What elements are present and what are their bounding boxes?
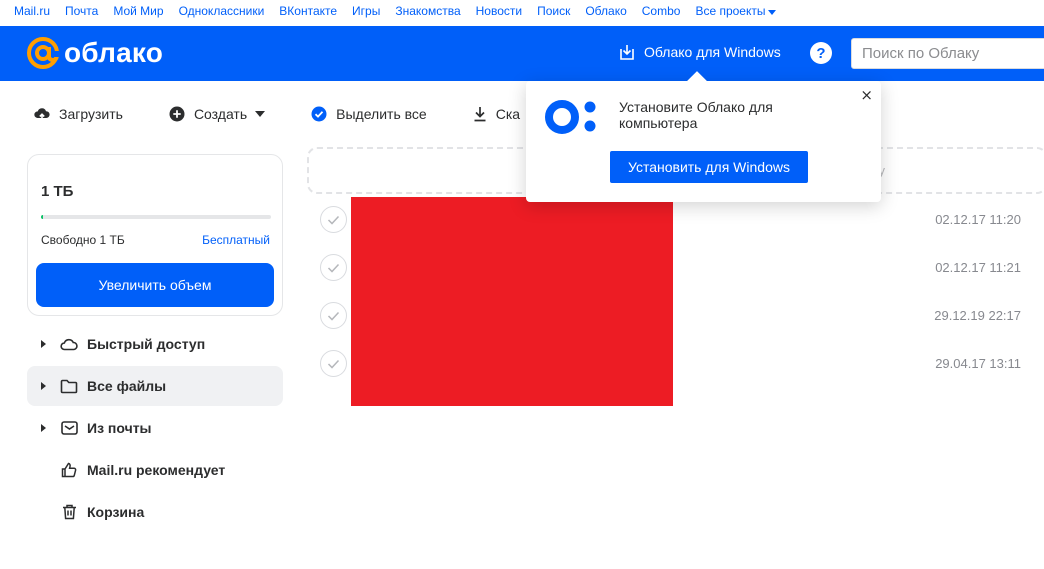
storage-usage-fill	[41, 215, 44, 219]
chevron-down-icon	[768, 9, 777, 15]
portal-link-vkontakte[interactable]: ВКонтакте	[279, 4, 337, 18]
all-projects-dropdown[interactable]: Все проекты	[695, 4, 777, 18]
install-app-popup: Установите Облако для компьютера × Устан…	[526, 71, 881, 202]
redaction-block	[351, 197, 673, 406]
upload-button[interactable]: Загрузить	[34, 106, 123, 122]
create-label: Создать	[193, 106, 248, 122]
row-select-checkbox[interactable]	[320, 350, 347, 377]
folder-icon	[60, 377, 78, 395]
storage-free-text: Свободно 1 ТБ	[41, 233, 125, 247]
create-button[interactable]: Создать	[169, 106, 266, 122]
storage-plan-link[interactable]: Бесплатный	[202, 233, 270, 247]
popup-message: Установите Облако для компьютера	[619, 99, 773, 131]
app-header: облако Облако для Windows ?	[0, 26, 1044, 81]
sidebar-nav: Быстрый доступ Все файлы Из почты Mail.r…	[27, 324, 283, 534]
checkmark-icon	[327, 215, 340, 225]
plus-circle-icon	[169, 106, 185, 122]
sidebar-item-recommends[interactable]: Mail.ru рекомендует	[27, 450, 283, 490]
download-icon	[474, 107, 486, 122]
at-sign-icon	[27, 37, 60, 69]
storage-size: 1 ТБ	[41, 183, 74, 200]
select-all-button[interactable]: Выделить все	[311, 106, 427, 122]
logo-text: облако	[64, 37, 164, 68]
portal-link-combo[interactable]: Combo	[642, 4, 681, 18]
install-windows-button[interactable]: Установить для Windows	[610, 151, 808, 183]
cloud-upload-icon	[34, 108, 50, 121]
portal-link-igry[interactable]: Игры	[352, 4, 380, 18]
checkmark-icon	[327, 359, 340, 369]
portal-link-oblako[interactable]: Облако	[585, 4, 626, 18]
row-select-checkbox[interactable]	[320, 206, 347, 233]
increase-storage-button[interactable]: Увеличить объем	[36, 263, 274, 307]
thumbs-up-icon	[60, 461, 78, 479]
sidebar-item-label: Корзина	[87, 504, 145, 520]
sidebar-item-label: Быстрый доступ	[87, 336, 206, 352]
checkmark-icon	[327, 311, 340, 321]
expand-arrow-icon[interactable]	[41, 382, 46, 390]
checkmark-icon	[327, 263, 340, 273]
portal-link-poisk[interactable]: Поиск	[537, 4, 570, 18]
help-icon[interactable]: ?	[810, 42, 832, 64]
expand-arrow-icon[interactable]	[41, 340, 46, 348]
row-select-checkbox[interactable]	[320, 254, 347, 281]
upload-label: Загрузить	[59, 106, 123, 122]
sidebar-item-label: Mail.ru рекомендует	[87, 462, 226, 478]
storage-card: 1 ТБ Свободно 1 ТБ Бесплатный Увеличить …	[27, 154, 283, 316]
sidebar-item-label: Все файлы	[87, 378, 167, 394]
sidebar-item-from-mail[interactable]: Из почты	[27, 408, 283, 448]
select-all-label: Выделить все	[336, 106, 427, 122]
trash-icon	[60, 503, 78, 521]
mail-icon	[60, 419, 78, 437]
portal-link-znakomstva[interactable]: Знакомства	[395, 4, 460, 18]
row-select-checkbox[interactable]	[320, 302, 347, 329]
portal-bar: Mail.ru Почта Мой Мир Одноклассники ВКон…	[0, 0, 1044, 22]
cloud-icon	[60, 335, 78, 353]
check-circle-icon	[311, 106, 327, 122]
search-input[interactable]	[851, 38, 1044, 69]
download-box-icon	[620, 45, 634, 60]
download-label: Ска	[495, 106, 521, 122]
all-projects-label: Все проекты	[695, 4, 766, 18]
close-icon[interactable]: ×	[860, 86, 873, 104]
caret-down-icon	[255, 111, 266, 117]
portal-link-moy-mir[interactable]: Мой Мир	[113, 4, 163, 18]
file-date: 02.12.17 11:20	[935, 212, 1021, 227]
oblako-app-icon	[545, 100, 596, 134]
portal-link-odnoklassniki[interactable]: Одноклассники	[179, 4, 265, 18]
expand-arrow-icon[interactable]	[41, 424, 46, 432]
windows-app-link[interactable]: Облако для Windows	[618, 43, 781, 61]
toolbar: Загрузить Создать Выделить все Ска	[34, 101, 566, 127]
portal-link-mailru[interactable]: Mail.ru	[14, 4, 50, 18]
windows-app-label: Облако для Windows	[644, 44, 781, 60]
sidebar-item-all-files[interactable]: Все файлы	[27, 366, 283, 406]
file-date: 29.04.17 13:11	[935, 356, 1021, 371]
portal-link-novosti[interactable]: Новости	[476, 4, 522, 18]
portal-link-pochta[interactable]: Почта	[65, 4, 98, 18]
file-date: 29.12.19 22:17	[934, 308, 1021, 323]
file-date: 02.12.17 11:21	[935, 260, 1021, 275]
storage-usage-bar	[41, 215, 271, 219]
sidebar-item-label: Из почты	[87, 420, 152, 436]
sidebar-item-trash[interactable]: Корзина	[27, 492, 283, 532]
download-button[interactable]: Ска	[473, 106, 520, 122]
oblako-logo[interactable]: облако	[26, 36, 163, 70]
sidebar-item-quick-access[interactable]: Быстрый доступ	[27, 324, 283, 364]
